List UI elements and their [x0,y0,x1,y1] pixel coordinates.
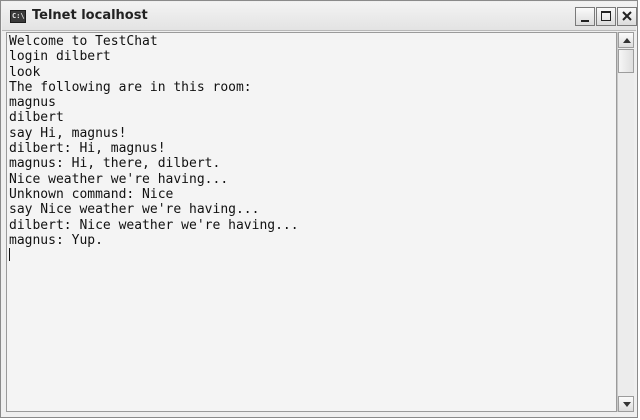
arrow-down-icon [623,402,631,407]
console-line: dilbert: Nice weather we're having... [9,217,299,233]
console-line: say Hi, magnus! [9,125,127,141]
console-line: Unknown command: Nice [9,186,174,202]
console-line: magnus: Yup. [9,232,103,248]
console-line: The following are in this room: [9,79,252,95]
arrow-up-icon [623,38,631,43]
telnet-window: C:\ Telnet localhost Welcome to TestChat… [0,0,638,418]
close-icon [622,11,632,21]
app-icon-glyph: C:\ [12,12,25,20]
console-line: Welcome to TestChat [9,34,158,49]
scroll-up-button[interactable] [618,32,634,48]
vertical-scrollbar[interactable] [617,32,634,412]
close-button[interactable] [617,7,637,26]
console-lines: Welcome to TestChat login dilbert look T… [7,33,616,263]
console-line: magnus [9,95,56,111]
console-line: say Nice weather we're having... [9,202,260,218]
console-output[interactable]: Welcome to TestChat login dilbert look T… [6,32,617,412]
console-cursor-line [9,248,616,263]
console-line: Nice weather we're having... [9,171,229,187]
console-line: look [9,64,41,80]
console-line: magnus: Hi, there, dilbert. [9,156,221,172]
scroll-thumb[interactable] [618,49,634,73]
title-bar[interactable]: C:\ Telnet localhost [2,2,637,31]
window-title: Telnet localhost [32,8,148,23]
minimize-button[interactable] [575,7,595,26]
scroll-down-button[interactable] [618,396,634,412]
console-line: dilbert: Hi, magnus! [9,141,166,157]
maximize-button[interactable] [596,7,616,26]
scroll-track[interactable] [618,74,634,395]
text-cursor [9,248,10,262]
console-line: login dilbert [9,49,111,65]
console-app-icon[interactable]: C:\ [10,10,26,23]
console-line: dilbert [9,110,64,126]
minimize-icon [581,20,589,22]
maximize-icon [601,11,611,21]
